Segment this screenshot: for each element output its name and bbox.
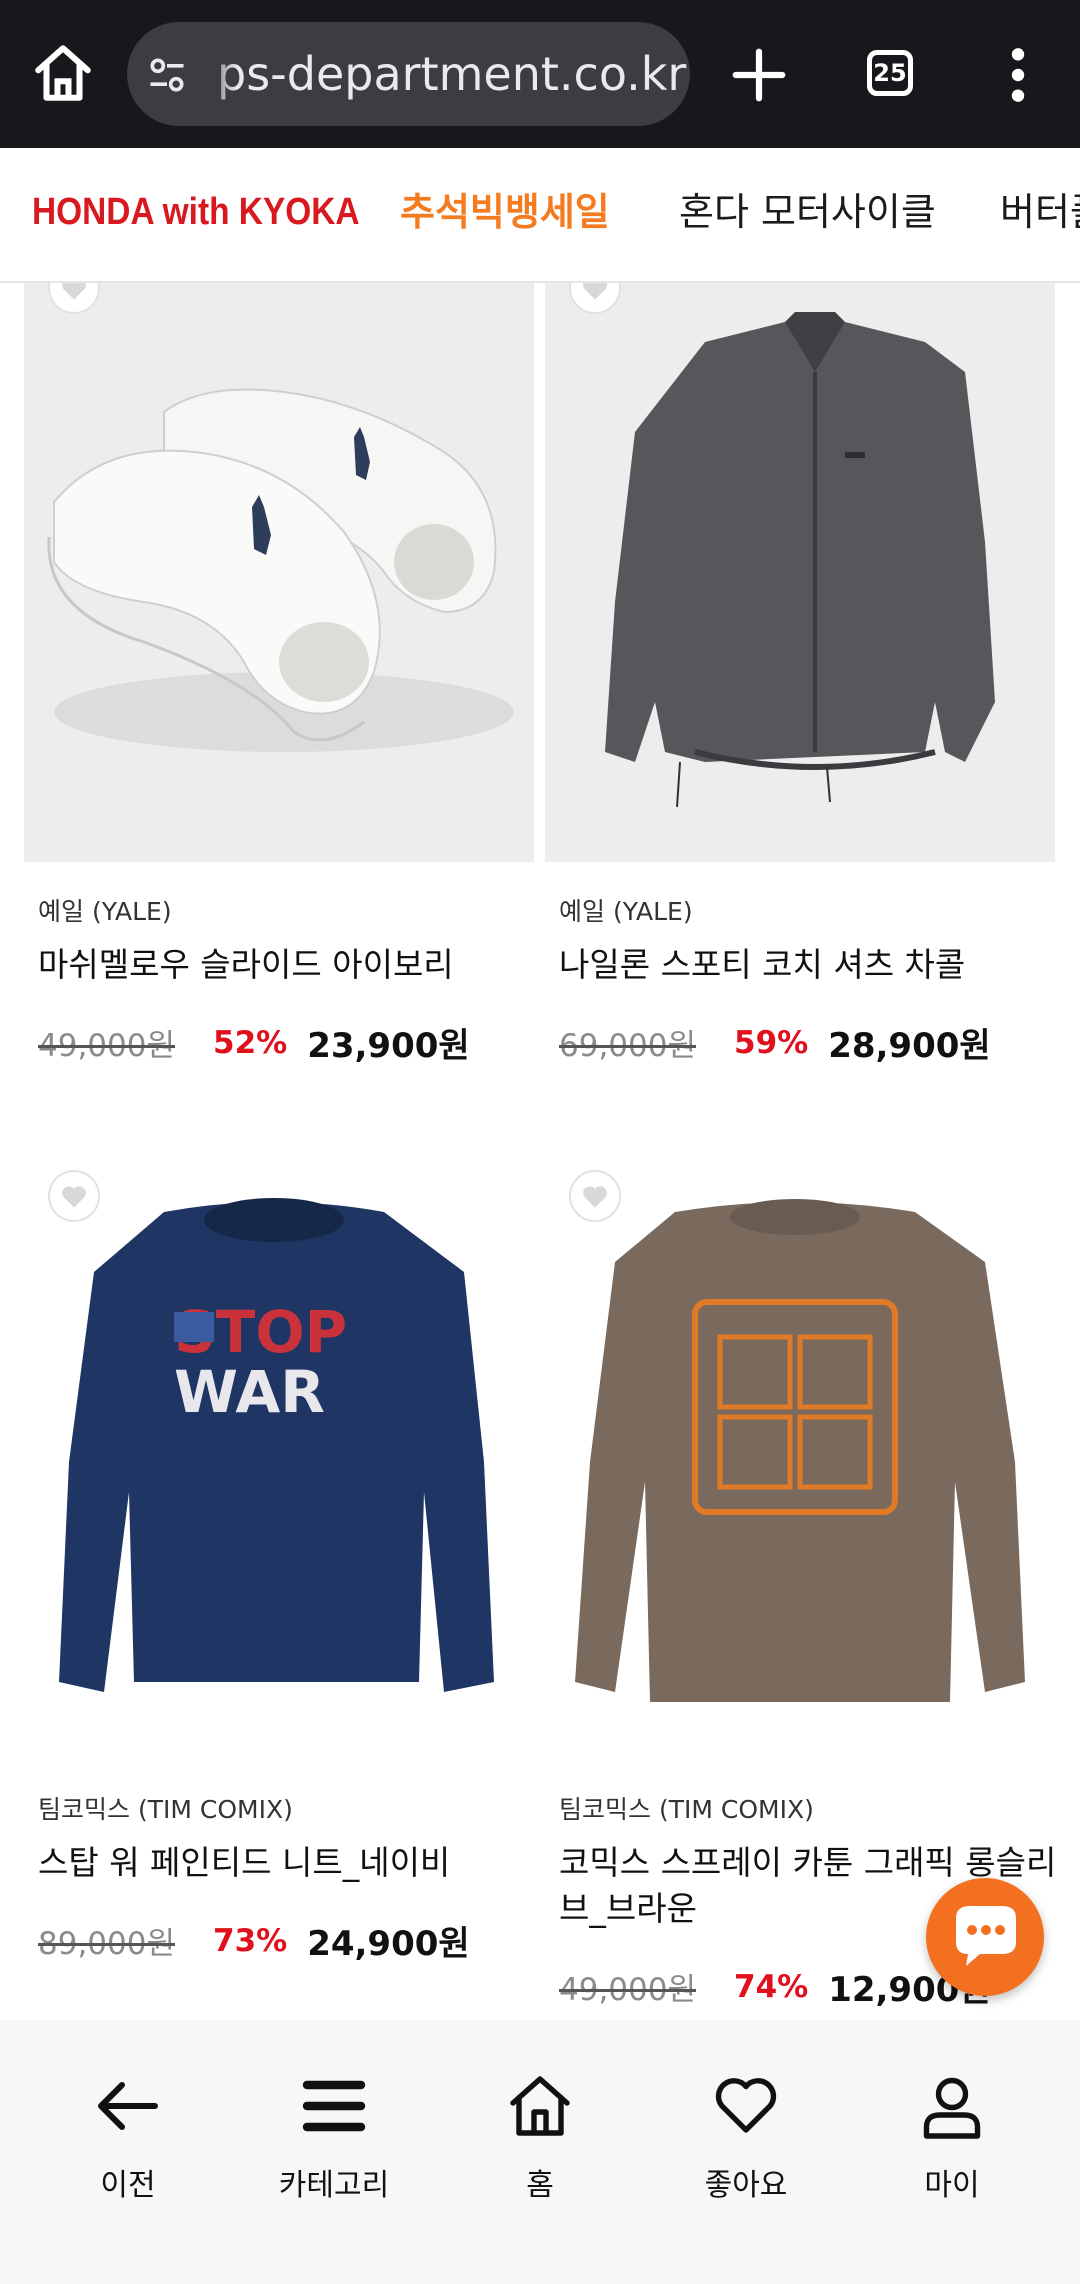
product-price: 49,000원 52% 23,900원 (38, 1018, 470, 1067)
wishlist-button[interactable] (48, 1170, 100, 1222)
product-brand: 팀코믹스 (TIM COMIX) (559, 1795, 814, 1824)
product-image[interactable]: STOP WAR (24, 1162, 534, 1742)
nav-label: 이전 (100, 2168, 156, 2203)
nav-label: 좋아요 (704, 2168, 788, 2203)
nav-likes[interactable]: 좋아요 (656, 2070, 836, 2220)
product-image[interactable] (545, 282, 1055, 862)
discount-rate: 52% (213, 1024, 288, 1061)
product-image[interactable] (24, 282, 534, 862)
product-brand: 팀코믹스 (TIM COMIX) (38, 1795, 293, 1824)
product-image[interactable] (545, 1162, 1055, 1742)
chat-bubble-icon (956, 1906, 1016, 1966)
chat-button[interactable] (926, 1878, 1044, 1996)
original-price: 49,000원 (38, 1028, 175, 1064)
original-price: 49,000원 (559, 1972, 696, 2008)
person-icon (923, 2077, 981, 2139)
nav-label: 홈 (526, 2168, 554, 2203)
nav-label: 마이 (924, 2168, 980, 2203)
nav-my[interactable]: 마이 (862, 2070, 1042, 2220)
product-brand: 예일 (YALE) (559, 897, 693, 926)
heart-icon (715, 2078, 777, 2133)
discount-rate: 59% (734, 1024, 809, 1061)
arrow-left-icon (98, 2082, 158, 2130)
nav-back[interactable]: 이전 (38, 2070, 218, 2220)
product-name[interactable]: 나일론 스포티 코치 셔츠 차콜 (559, 942, 1059, 988)
product-brand: 예일 (YALE) (38, 897, 172, 926)
product-price: 89,000원 73% 24,900원 (38, 1916, 470, 1965)
tab-butterfly[interactable]: 버터플 (1000, 148, 1080, 281)
nav-home[interactable]: 홈 (450, 2070, 630, 2220)
menu-icon (302, 2080, 366, 2132)
sale-price: 28,900원 (828, 1026, 991, 1066)
product-price: 69,000원 59% 28,900원 (559, 1018, 991, 1067)
tab-honda-with-kyoka[interactable]: HONDA with KYOKA (32, 148, 360, 281)
tab-honda-motorcycle[interactable]: 혼다 모터사이클 (679, 148, 936, 281)
sale-price: 24,900원 (307, 1924, 470, 1964)
discount-rate: 74% (734, 1968, 809, 2005)
nav-category[interactable]: 카테고리 (244, 2070, 424, 2220)
original-price: 69,000원 (559, 1028, 696, 1064)
wishlist-button[interactable] (569, 1170, 621, 1222)
discount-rate: 73% (213, 1922, 288, 1959)
home-icon (510, 2076, 570, 2136)
sale-price: 23,900원 (307, 1026, 470, 1066)
tab-chuseok-sale[interactable]: 추석빅뱅세일 (400, 148, 610, 281)
product-name[interactable]: 마쉬멜로우 슬라이드 아이보리 (38, 942, 538, 988)
bottom-navigation: 이전 카테고리 홈 좋아요 마이 (0, 2020, 1080, 2284)
nav-label: 카테고리 (278, 2168, 390, 2203)
original-price: 89,000원 (38, 1926, 175, 1962)
heart-icon (583, 1186, 607, 1208)
heart-icon (62, 1186, 86, 1208)
category-tabs: HONDA with KYOKA 추석빅뱅세일 혼다 모터사이클 버터플 (0, 148, 1080, 283)
product-grid: 예일 (YALE) 마쉬멜로우 슬라이드 아이보리 49,000원 52% 23,9… (0, 0, 1080, 2020)
svg-text:WAR: WAR (174, 1358, 325, 1426)
product-name[interactable]: 스탑 워 페인티드 니트_네이비 (38, 1840, 538, 1886)
